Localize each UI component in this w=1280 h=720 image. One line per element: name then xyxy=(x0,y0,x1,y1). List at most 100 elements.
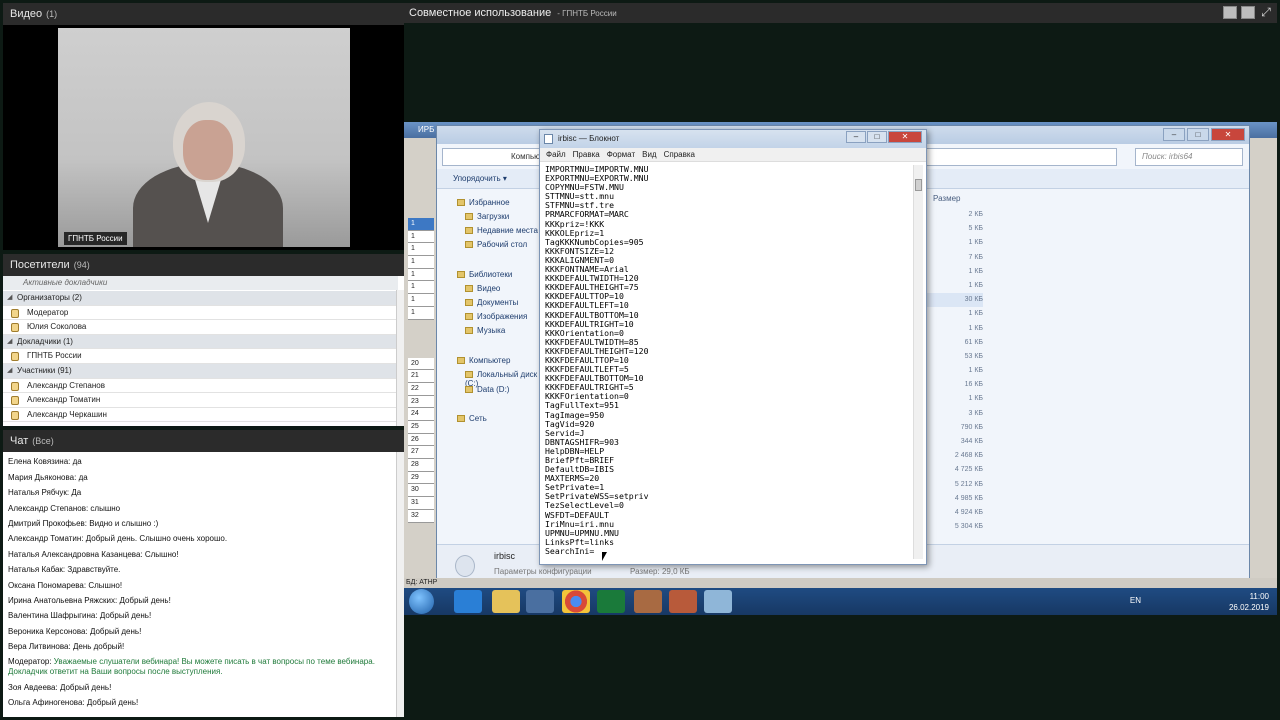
attendee-row[interactable]: ГПНТБ России xyxy=(3,349,396,364)
nav-item[interactable]: Data (D:) xyxy=(465,385,509,394)
irbis-row-number[interactable]: 26 xyxy=(408,433,434,447)
notepad-window[interactable]: irbisc — Блокнот – □ ✕ Файл Правка Формат В… xyxy=(539,129,927,565)
nav-item[interactable]: Компьютер xyxy=(457,356,510,365)
notepad-titlebar[interactable]: irbisc — Блокнот – □ ✕ xyxy=(540,130,926,148)
size-column-header[interactable]: Размер xyxy=(933,194,961,203)
notepad-menu-item[interactable]: Формат xyxy=(607,150,635,159)
expand-triangle-icon[interactable]: ◢ xyxy=(7,291,12,306)
irbis-row-number[interactable]: 25 xyxy=(408,421,434,434)
fullscreen-icon[interactable] xyxy=(1241,6,1255,19)
nav-item[interactable]: Избранное xyxy=(457,198,510,207)
nav-item[interactable]: Библиотеки xyxy=(457,270,512,279)
notepad-maximize-button[interactable]: □ xyxy=(867,131,887,143)
chrome-icon[interactable] xyxy=(562,590,590,613)
ie-icon[interactable] xyxy=(454,590,482,613)
attendee-row[interactable]: Александр Томатин xyxy=(3,393,396,408)
irbis-grid-cell[interactable]: 1 xyxy=(408,306,434,320)
layout-icon[interactable] xyxy=(1223,6,1237,19)
irbis-row-number[interactable]: 22 xyxy=(408,382,434,396)
irbis-row-number[interactable]: 32 xyxy=(408,509,434,523)
irbis-grid-cell[interactable]: 1 xyxy=(408,230,434,244)
irbis-row-number[interactable]: 30 xyxy=(408,484,434,498)
maximize-button[interactable]: □ xyxy=(1187,128,1209,141)
mouse-cursor-icon xyxy=(602,552,607,561)
notepad-line: TagImage=950 xyxy=(545,409,605,420)
notepad-task-icon[interactable] xyxy=(704,590,732,613)
folder-icon xyxy=(457,199,465,206)
expand-icon[interactable]: ⤢ xyxy=(1259,6,1273,19)
video-title: Видео xyxy=(10,8,43,20)
close-button[interactable]: ✕ xyxy=(1211,128,1245,141)
search-input[interactable]: Поиск: irbis64 xyxy=(1135,148,1243,166)
notepad-menu-item[interactable]: Вид xyxy=(642,150,656,159)
notepad-menu-item[interactable]: Справка xyxy=(664,150,695,159)
attendee-row[interactable]: Модератор xyxy=(3,306,396,321)
notepad-scrollbar[interactable] xyxy=(913,165,923,559)
nav-item[interactable]: Музыка xyxy=(465,326,505,335)
irbis-row-number[interactable]: 21 xyxy=(408,370,434,383)
minimize-button[interactable]: – xyxy=(1163,128,1185,141)
irbis-app-icon[interactable] xyxy=(634,590,662,613)
irbis-row-number[interactable]: 24 xyxy=(408,408,434,421)
irbis-grid[interactable]: 1 1 1 1 1 1 1 1 20 21 22 23 24 25 26 27 28 29 30 31 32 xyxy=(408,218,434,523)
folder-icon xyxy=(465,213,473,220)
expand-triangle-icon[interactable]: ◢ xyxy=(7,335,12,350)
start-button-icon[interactable] xyxy=(409,589,434,614)
clock[interactable]: 11:00 26.02.2019 xyxy=(1229,591,1269,613)
irbis-row-number[interactable]: 23 xyxy=(408,395,434,409)
folder-icon[interactable] xyxy=(492,590,520,613)
chat-author: Александр Степанов: xyxy=(8,503,89,513)
irbis-row-number[interactable]: 31 xyxy=(408,497,434,510)
chat-message: Наталья Кабак: Здравствуйте. xyxy=(8,565,393,575)
irbis-row-number[interactable]: 28 xyxy=(408,459,434,472)
irbis-grid-cell[interactable]: 1 xyxy=(408,256,434,269)
user-icon xyxy=(11,410,19,420)
irbis-app2-icon[interactable] xyxy=(669,590,697,613)
attendee-row[interactable]: Александр Черкашин xyxy=(3,408,396,423)
notepad-minimize-button[interactable]: – xyxy=(846,131,866,143)
notepad-menubar: Файл Правка Формат Вид Справка xyxy=(540,148,926,162)
chat-author: Александр Томатин: xyxy=(8,534,84,544)
attendee-group[interactable]: ◢ Докладчики (1) xyxy=(3,334,396,350)
irbis-row-number[interactable]: 20 xyxy=(408,357,434,371)
attendee-group[interactable]: ◢ Участники (91) xyxy=(3,363,396,379)
organize-button[interactable]: Упорядочить xyxy=(453,174,501,183)
irbis-grid-cell[interactable]: 1 xyxy=(408,268,434,282)
notepad-menu-item[interactable]: Правка xyxy=(573,150,600,159)
attendee-group[interactable]: ◢ Организаторы (2) xyxy=(3,291,396,306)
nav-item[interactable]: Видео xyxy=(465,284,500,293)
active-speakers-header[interactable]: Активные докладчики xyxy=(3,276,398,290)
chat-message: Оксана Пономарева: Слышно! xyxy=(8,581,393,591)
terminal-icon[interactable] xyxy=(597,590,625,613)
expand-triangle-icon[interactable]: ◢ xyxy=(7,364,12,379)
chat-scrollbar[interactable] xyxy=(396,452,404,717)
irbis-row-number[interactable]: 27 xyxy=(408,446,434,460)
attendee-scrollbar[interactable] xyxy=(396,290,404,426)
irbis-row-number[interactable]: 29 xyxy=(408,471,434,485)
chat-filter[interactable]: (Все) xyxy=(32,436,54,446)
attendee-row[interactable]: Александр Степанов xyxy=(3,379,396,394)
clock-time: 11:00 xyxy=(1249,592,1269,601)
attendee-row[interactable]: Юлия Соколова xyxy=(3,320,396,335)
chat-author: Наталья Кабак: xyxy=(8,565,66,575)
irbis-grid-cell[interactable]: 1 xyxy=(408,218,434,231)
nav-item[interactable]: Загрузки xyxy=(465,212,509,221)
language-indicator[interactable]: EN xyxy=(1130,596,1141,605)
nav-item[interactable]: Недавние места xyxy=(465,226,538,235)
notepad-close-button[interactable]: ✕ xyxy=(888,131,922,143)
notepad-text-area[interactable]: IMPORTMNU=IMPORTW.MNU EXPORTMNU=EXPORTW.M… xyxy=(545,165,915,559)
user-icon xyxy=(11,352,19,362)
notepad-line: DefaultDB=IBIS xyxy=(545,464,615,475)
irbis-grid-cell[interactable]: 1 xyxy=(408,294,434,307)
irbis-grid-cell[interactable]: 1 xyxy=(408,243,434,257)
scroll-thumb[interactable] xyxy=(915,179,922,191)
chat-author: Ольга Афиногенова: xyxy=(8,698,85,708)
chat-message: Зоя Авдеева: Добрый день! xyxy=(8,683,393,693)
nav-item[interactable]: Изображения xyxy=(465,312,527,321)
nav-item[interactable]: Документы xyxy=(465,298,518,307)
irbis-grid-cell[interactable]: 1 xyxy=(408,281,434,295)
nav-item[interactable]: Рабочий стол xyxy=(465,240,527,249)
nav-item[interactable]: Сеть xyxy=(457,414,487,423)
notepad-menu-item[interactable]: Файл xyxy=(546,150,566,159)
media-player-icon[interactable] xyxy=(526,590,554,613)
